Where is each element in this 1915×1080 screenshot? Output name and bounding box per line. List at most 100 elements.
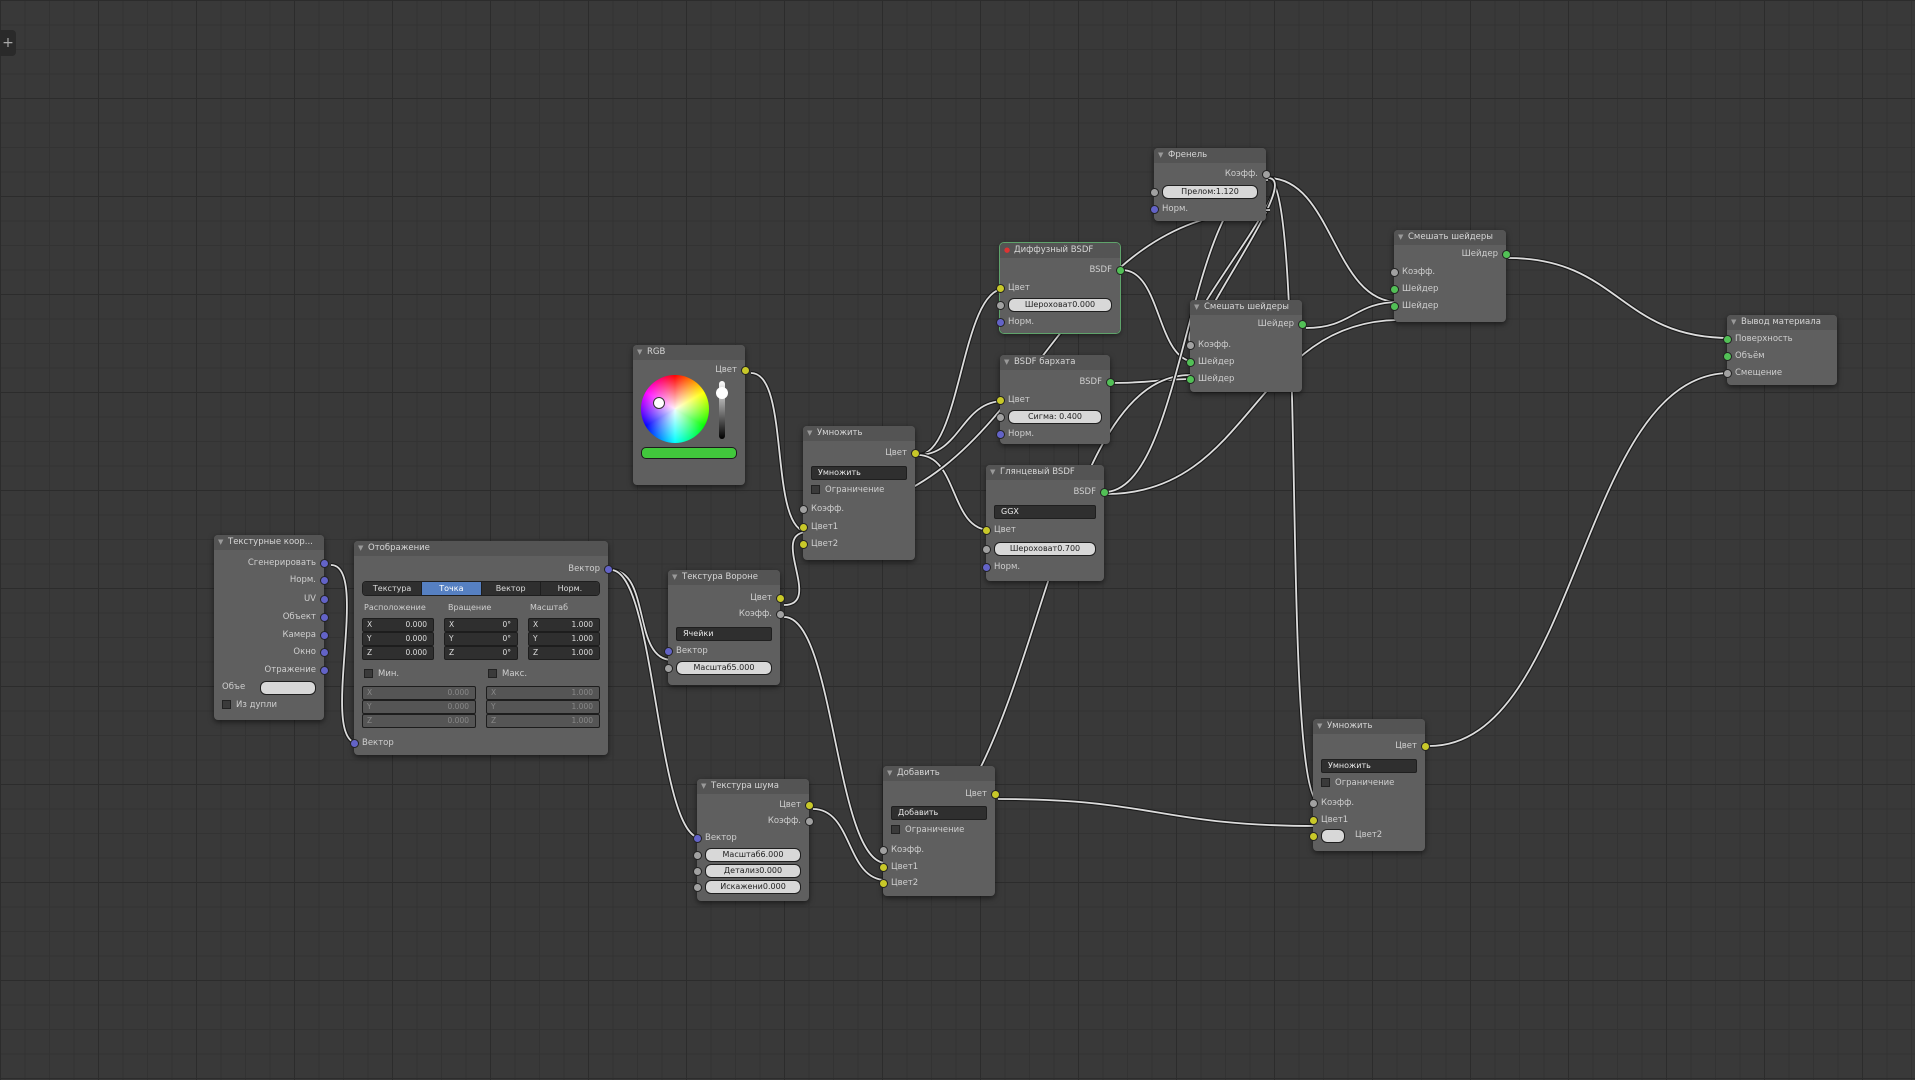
input-socket[interactable] xyxy=(1186,358,1195,367)
input-socket[interactable] xyxy=(982,563,991,572)
input-socket[interactable] xyxy=(664,664,673,673)
node-mix-shader-1[interactable]: ▼ Смешать шейдеры Шейдер Коэфф. Шейдер Ше… xyxy=(1186,300,1307,392)
node-link[interactable] xyxy=(1428,372,1731,747)
output-socket[interactable] xyxy=(320,666,329,675)
output-socket[interactable] xyxy=(320,559,329,568)
input-socket[interactable] xyxy=(1723,335,1732,344)
input-socket[interactable] xyxy=(996,430,1005,439)
output-socket[interactable] xyxy=(1100,488,1109,497)
output-socket[interactable] xyxy=(1421,742,1430,751)
input-socket[interactable] xyxy=(879,863,888,872)
input-socket[interactable] xyxy=(1390,285,1399,294)
tab-vector[interactable]: Вектор xyxy=(481,582,541,595)
scale-field[interactable]: Масштаб5.000 xyxy=(676,661,772,675)
input-socket[interactable] xyxy=(799,523,808,532)
output-socket[interactable] xyxy=(911,449,920,458)
input-socket[interactable] xyxy=(693,867,702,876)
roughness-field[interactable]: Шероховат0.700 xyxy=(994,542,1096,556)
input-socket[interactable] xyxy=(799,540,808,549)
min-y-field[interactable]: Y 0.000 xyxy=(362,700,476,714)
node-glossy-bsdf[interactable]: ▼ Глянцевый BSDF BSDF GGX Цвет Шероховат0… xyxy=(982,465,1109,581)
rotation-z-field[interactable]: Z 0° xyxy=(444,646,518,660)
input-socket[interactable] xyxy=(664,647,673,656)
input-socket[interactable] xyxy=(693,834,702,843)
node-mix-multiply-1[interactable]: ▼ Умножить Цвет Умножить Ограничение Коэф… xyxy=(799,426,920,560)
value-slider-handle[interactable] xyxy=(716,387,728,399)
distribution-dropdown[interactable]: GGX xyxy=(994,505,1096,519)
node-header[interactable]: ▼ Текстура шума xyxy=(697,779,809,794)
rotation-x-field[interactable]: X 0° xyxy=(444,618,518,632)
node-header[interactable]: ▼ Умножить xyxy=(1313,719,1425,734)
input-socket[interactable] xyxy=(1390,302,1399,311)
max-z-field[interactable]: Z 1.000 xyxy=(486,714,600,728)
min-z-field[interactable]: Z 0.000 xyxy=(362,714,476,728)
blend-type-dropdown[interactable]: Умножить xyxy=(1321,759,1417,773)
from-dupli-checkbox[interactable]: Из дупли xyxy=(222,698,316,712)
output-socket[interactable] xyxy=(1106,378,1115,387)
clamp-checkbox[interactable]: Ограничение xyxy=(891,823,987,837)
input-socket[interactable] xyxy=(982,545,991,554)
color-picker-handle[interactable] xyxy=(653,397,665,409)
node-link[interactable] xyxy=(1267,177,1399,303)
output-socket[interactable] xyxy=(320,613,329,622)
node-header[interactable]: ▼ Умножить xyxy=(803,426,915,441)
output-socket[interactable] xyxy=(1298,320,1307,329)
scale-y-field[interactable]: Y 1.000 xyxy=(528,632,600,646)
input-socket[interactable] xyxy=(350,739,359,748)
blend-type-dropdown[interactable]: Умножить xyxy=(811,466,907,480)
node-link[interactable] xyxy=(1121,269,1197,363)
distortion-field[interactable]: Искажени0.000 xyxy=(705,880,801,894)
node-link[interactable] xyxy=(1111,378,1197,384)
sigma-field[interactable]: Сигма: 0.400 xyxy=(1008,410,1102,424)
output-socket[interactable] xyxy=(320,631,329,640)
input-socket[interactable] xyxy=(1309,799,1318,808)
color-wheel[interactable] xyxy=(641,375,709,443)
node-link[interactable] xyxy=(1305,301,1401,329)
location-y-field[interactable]: Y 0.000 xyxy=(362,632,434,646)
min-x-field[interactable]: X 0.000 xyxy=(362,686,476,700)
output-socket[interactable] xyxy=(805,817,814,826)
detail-field[interactable]: Детализ0.000 xyxy=(705,864,801,878)
output-socket[interactable] xyxy=(320,648,329,657)
input-socket[interactable] xyxy=(996,396,1005,405)
max-y-field[interactable]: Y 1.000 xyxy=(486,700,600,714)
rotation-y-field[interactable]: Y 0° xyxy=(444,632,518,646)
max-x-field[interactable]: X 1.000 xyxy=(486,686,600,700)
input-socket[interactable] xyxy=(996,413,1005,422)
node-link[interactable] xyxy=(917,288,1005,456)
ior-field[interactable]: Прелом:1.120 xyxy=(1162,185,1258,199)
node-noise-texture[interactable]: ▼ Текстура шума Цвет Коэфф. Вектор Масшта… xyxy=(693,779,814,901)
input-socket[interactable] xyxy=(879,846,888,855)
input-socket[interactable] xyxy=(1150,205,1159,214)
output-socket[interactable] xyxy=(991,790,1000,799)
min-checkbox[interactable]: Мин. xyxy=(364,667,399,681)
output-socket[interactable] xyxy=(1502,250,1511,259)
node-velvet-bsdf[interactable]: ▼ BSDF бархата BSDF Цвет Сигма: 0.400 Нор… xyxy=(996,355,1115,444)
node-texture-coordinate[interactable]: ▼ Текстурные коор... Сгенерировать Норм. … xyxy=(214,535,329,720)
node-header[interactable]: ▼ Текстура Вороне xyxy=(668,570,780,585)
node-fresnel[interactable]: ▼ Френель Коэфф. Прелом:1.120 Норм. xyxy=(1150,148,1271,221)
input-socket[interactable] xyxy=(1186,341,1195,350)
node-header[interactable]: ▼ RGB xyxy=(633,345,745,360)
tab-normal[interactable]: Норм. xyxy=(540,582,599,595)
node-mix-shader-2[interactable]: ▼ Смешать шейдеры Шейдер Коэфф. Шейдер Ше… xyxy=(1390,230,1511,322)
node-link[interactable] xyxy=(917,400,1005,456)
node-header[interactable]: ▼ Смешать шейдеры xyxy=(1190,300,1302,315)
color2-swatch[interactable] xyxy=(1321,829,1345,843)
node-header[interactable]: ▼ Глянцевый BSDF xyxy=(986,465,1104,480)
add-panel-button[interactable]: + xyxy=(0,30,16,56)
input-socket[interactable] xyxy=(879,879,888,888)
output-socket[interactable] xyxy=(805,801,814,810)
clamp-checkbox[interactable]: Ограничение xyxy=(1321,776,1417,790)
node-link[interactable] xyxy=(1507,257,1731,339)
coloring-dropdown[interactable]: Ячейки xyxy=(676,627,772,641)
node-mapping[interactable]: ▼ Отображение Вектор Текстура Точка Векто… xyxy=(350,541,613,755)
roughness-field[interactable]: Шероховат0.000 xyxy=(1008,298,1112,312)
node-voronoi-texture[interactable]: ▼ Текстура Вороне Цвет Коэфф. Ячейки Вект… xyxy=(664,570,785,685)
input-socket[interactable] xyxy=(693,883,702,892)
blend-type-dropdown[interactable]: Добавить xyxy=(891,806,987,820)
node-link[interactable] xyxy=(997,798,1319,827)
node-diffuse-bsdf[interactable]: ● Диффузный BSDF BSDF Цвет Шероховат0.000… xyxy=(996,242,1125,334)
node-link[interactable] xyxy=(1267,177,1321,804)
scale-field[interactable]: Масштаб6.000 xyxy=(705,848,801,862)
